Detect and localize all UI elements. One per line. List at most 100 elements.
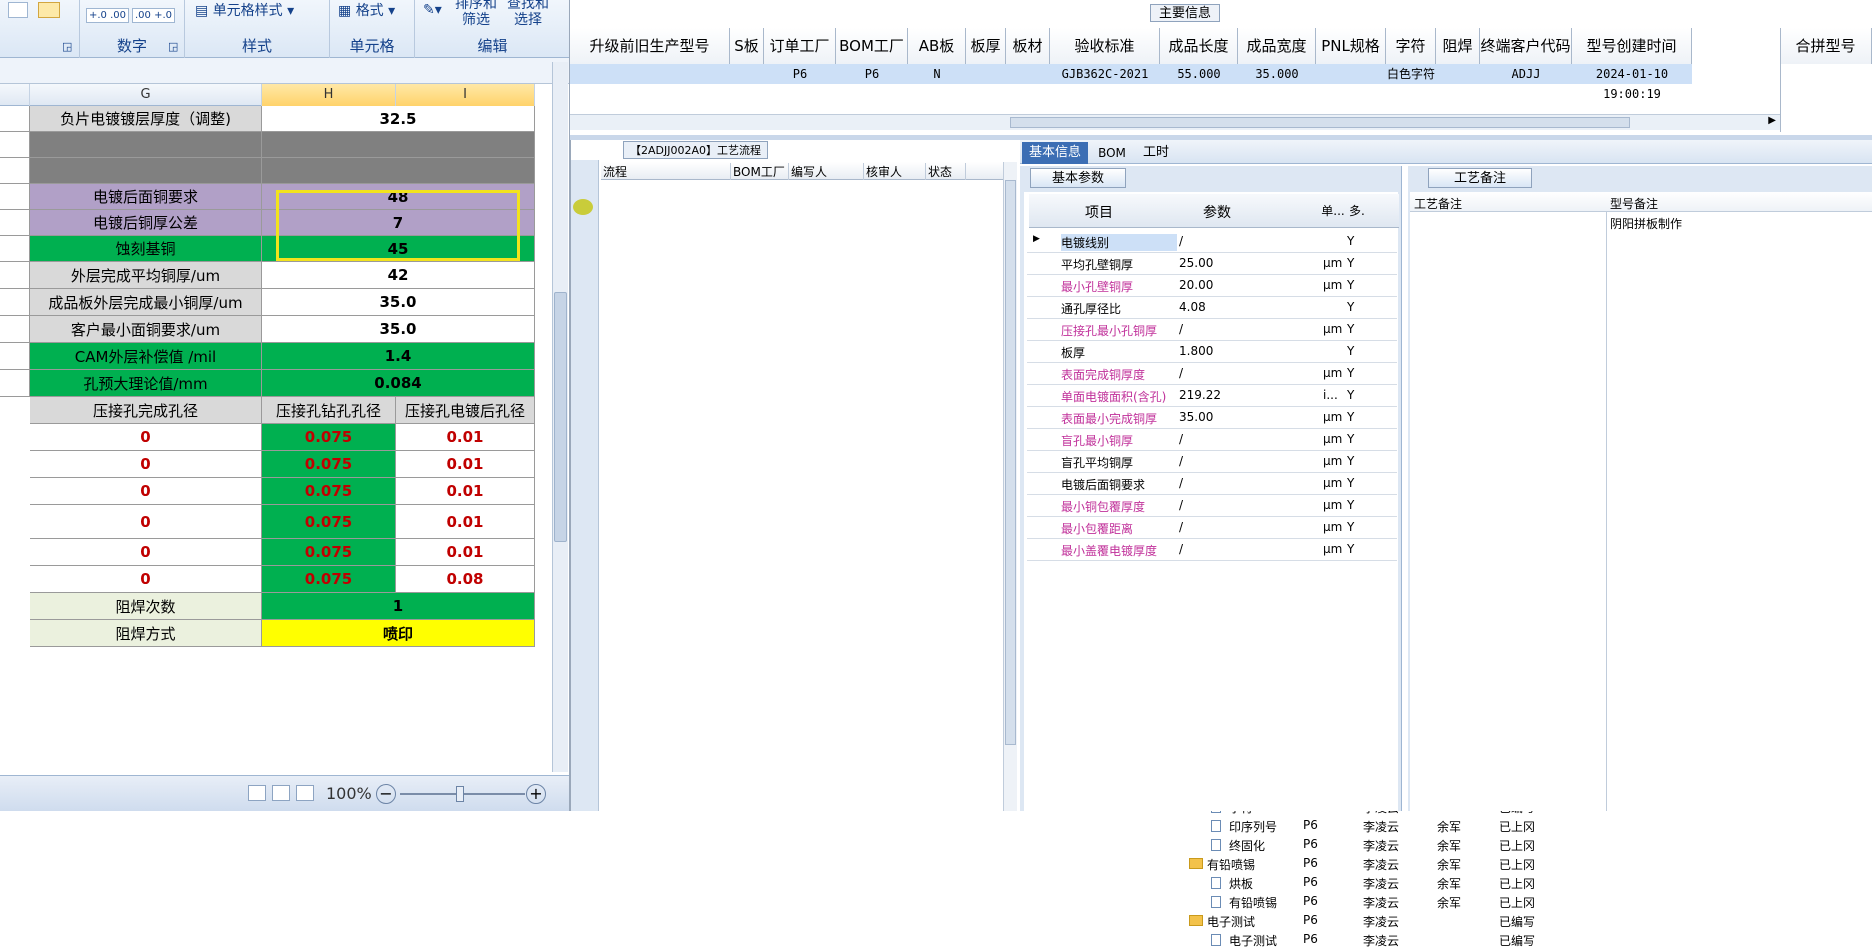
row-header[interactable] — [0, 210, 30, 236]
top-col-header[interactable]: 升级前旧生产型号 — [570, 28, 730, 64]
tab-worktime[interactable]: 工时 — [1136, 142, 1176, 164]
subtab-basic-params[interactable]: 基本参数 — [1030, 168, 1126, 188]
tree-vscrollbar[interactable] — [1003, 162, 1017, 811]
tree-row[interactable]: 有铅喷锡 P6 李凌云 余军 已上冈 — [1171, 893, 1573, 912]
sort-filter-button[interactable]: 排序和 筛选 — [455, 0, 497, 28]
hole-cell-finish[interactable]: 0 — [30, 505, 262, 539]
hole-cell-plated[interactable]: 0.01 — [396, 451, 535, 478]
param-row[interactable]: 通孔厚径比 4.08 Y — [1027, 297, 1397, 319]
sheet-label-cell[interactable] — [30, 132, 262, 158]
hole-cell-plated[interactable]: 0.08 — [396, 566, 535, 593]
sheet-label-cell[interactable]: 蚀刻基铜 — [30, 236, 262, 262]
top-col-header[interactable]: 订单工厂 — [764, 28, 836, 64]
sheet-label-cell[interactable] — [30, 158, 262, 184]
row-header[interactable] — [0, 370, 30, 397]
row-header[interactable] — [0, 236, 30, 262]
row-header[interactable] — [0, 316, 30, 343]
hole-cell-drill[interactable]: 0.075 — [262, 539, 396, 566]
scroll-right-icon[interactable]: ▶ — [1768, 115, 1776, 126]
zoom-out-icon[interactable]: − — [376, 784, 396, 804]
hole-header-cell[interactable]: 压接孔完成孔径 — [30, 397, 262, 424]
top-col-header[interactable]: 阻焊 — [1436, 28, 1480, 64]
sheet-label-cell[interactable]: 外层完成平均铜厚/um — [30, 262, 262, 289]
scrollbar-thumb[interactable] — [554, 292, 567, 542]
hole-cell-drill[interactable]: 0.075 — [262, 424, 396, 451]
param-row[interactable]: 板厚 1.800 Y — [1027, 341, 1397, 363]
top-cell[interactable] — [570, 64, 730, 84]
dialog-launcher-icon[interactable]: ◲ — [62, 40, 72, 53]
row-header[interactable] — [0, 262, 30, 289]
top-col-header[interactable]: 板厚 — [966, 28, 1006, 64]
sheet-label-cell[interactable]: 成品板外层完成最小铜厚/um — [30, 289, 262, 316]
top-cell[interactable] — [1316, 64, 1386, 84]
number-launcher-icon[interactable]: ◲ — [168, 40, 178, 53]
cell-style-button[interactable]: ▤ 单元格样式 ▾ — [195, 0, 294, 20]
sheet-value-cell[interactable]: 42 — [262, 262, 535, 289]
top-cell[interactable] — [1436, 64, 1480, 84]
params-col-flag[interactable]: 多... — [1349, 202, 1365, 219]
row-header[interactable] — [0, 289, 30, 316]
param-row[interactable]: 电镀后面铜要求 / μm Y — [1027, 473, 1397, 495]
format-painter-icon[interactable] — [38, 2, 60, 18]
param-row[interactable]: 平均孔壁铜厚 25.00 μm Y — [1027, 253, 1397, 275]
param-row[interactable]: ▶ 电镀线别 / Y — [1027, 231, 1397, 253]
sheet-value-cell[interactable]: 35.0 — [262, 289, 535, 316]
tree-row[interactable]: 电子测试 P6 李凌云 已编写 — [1171, 931, 1573, 950]
find-select-button[interactable]: 查找和 选择 — [507, 0, 549, 28]
top-col-header[interactable]: S板 — [730, 28, 764, 64]
top-hscrollbar[interactable]: ▶ — [570, 114, 1780, 130]
tab-bom[interactable]: BOM — [1092, 142, 1132, 164]
top-cell[interactable]: 35.000 — [1238, 64, 1316, 84]
column-header-g[interactable]: G — [30, 84, 262, 106]
tree-col-header[interactable]: 状态 — [926, 163, 966, 180]
param-row[interactable]: 压接孔最小孔铜厚 / μm Y — [1027, 319, 1397, 341]
top-cell[interactable]: P6 — [764, 64, 836, 84]
zoom-slider-thumb[interactable] — [456, 786, 464, 802]
hole-cell-plated[interactable]: 0.01 — [396, 505, 535, 539]
corner-header[interactable] — [0, 84, 30, 106]
hole-cell-plated[interactable]: 0.01 — [396, 539, 535, 566]
hole-cell-drill[interactable]: 0.075 — [262, 451, 396, 478]
hole-header-cell[interactable]: 压接孔电镀后孔径 — [396, 397, 535, 424]
top-col-header[interactable]: AB板 — [908, 28, 966, 64]
top-cell[interactable]: 55.000 — [1160, 64, 1238, 84]
hole-cell-finish[interactable]: 0 — [30, 566, 262, 593]
tree-scroll-thumb[interactable] — [1005, 180, 1016, 745]
column-header-i[interactable]: I — [396, 84, 535, 106]
tree-row[interactable]: 终固化 P6 李凌云 余军 已上冈 — [1171, 836, 1573, 855]
solder-method-label[interactable]: 阻焊方式 — [30, 620, 262, 647]
sheet-label-cell[interactable]: 电镀后面铜要求 — [30, 184, 262, 210]
top-cell[interactable]: 2024-01-10 19:00:19 — [1572, 64, 1692, 101]
top-col-header[interactable]: 字符 — [1386, 28, 1436, 64]
top-cell[interactable]: 白色字符 — [1386, 64, 1436, 84]
hole-cell-finish[interactable]: 0 — [30, 424, 262, 451]
tree-col-header[interactable]: 流程 — [601, 163, 731, 180]
sheet-label-cell[interactable]: 孔预大理论值/mm — [30, 370, 262, 397]
sheet-label-cell[interactable]: 负片电镀镀层厚度（调整) — [30, 106, 262, 132]
top-col-header[interactable]: BOM工厂 — [836, 28, 908, 64]
tab-basic-info[interactable]: 基本信息 — [1022, 142, 1088, 164]
model-note-text[interactable]: 阴阳拼板制作 — [1610, 215, 1682, 232]
solder-method-value[interactable]: 喷印 — [262, 620, 535, 647]
sheet-value-cell[interactable]: 35.0 — [262, 316, 535, 343]
hole-cell-finish[interactable]: 0 — [30, 451, 262, 478]
hole-cell-drill[interactable]: 0.075 — [262, 478, 396, 505]
tree-col-header[interactable]: 编写人 — [789, 163, 864, 180]
top-cell[interactable]: GJB362C-2021 — [1050, 64, 1160, 84]
column-header-h[interactable]: H — [262, 84, 396, 106]
vertical-scrollbar[interactable] — [552, 62, 568, 772]
tree-col-header[interactable]: 核审人 — [864, 163, 926, 180]
subtab-process-notes[interactable]: 工艺备注 — [1428, 168, 1532, 188]
paste-icon[interactable] — [8, 2, 28, 18]
top-cell[interactable] — [1006, 64, 1050, 84]
hole-header-cell[interactable]: 压接孔钻孔孔径 — [262, 397, 396, 424]
formula-bar[interactable]: ¥ — [0, 58, 569, 84]
tree-row[interactable]: 烘板 P6 李凌云 余军 已上冈 — [1171, 874, 1573, 893]
decrease-decimal-button[interactable]: .00 +.0 — [132, 8, 176, 23]
format-button[interactable]: ▦ 格式 ▾ — [338, 0, 395, 20]
sheet-value-cell[interactable] — [262, 132, 535, 158]
top-col-header[interactable]: 验收标准 — [1050, 28, 1160, 64]
param-row[interactable]: 最小包覆距离 / μm Y — [1027, 517, 1397, 539]
top-cell[interactable]: ADJJ — [1480, 64, 1572, 84]
top-col-header[interactable]: 成品宽度 — [1238, 28, 1316, 64]
